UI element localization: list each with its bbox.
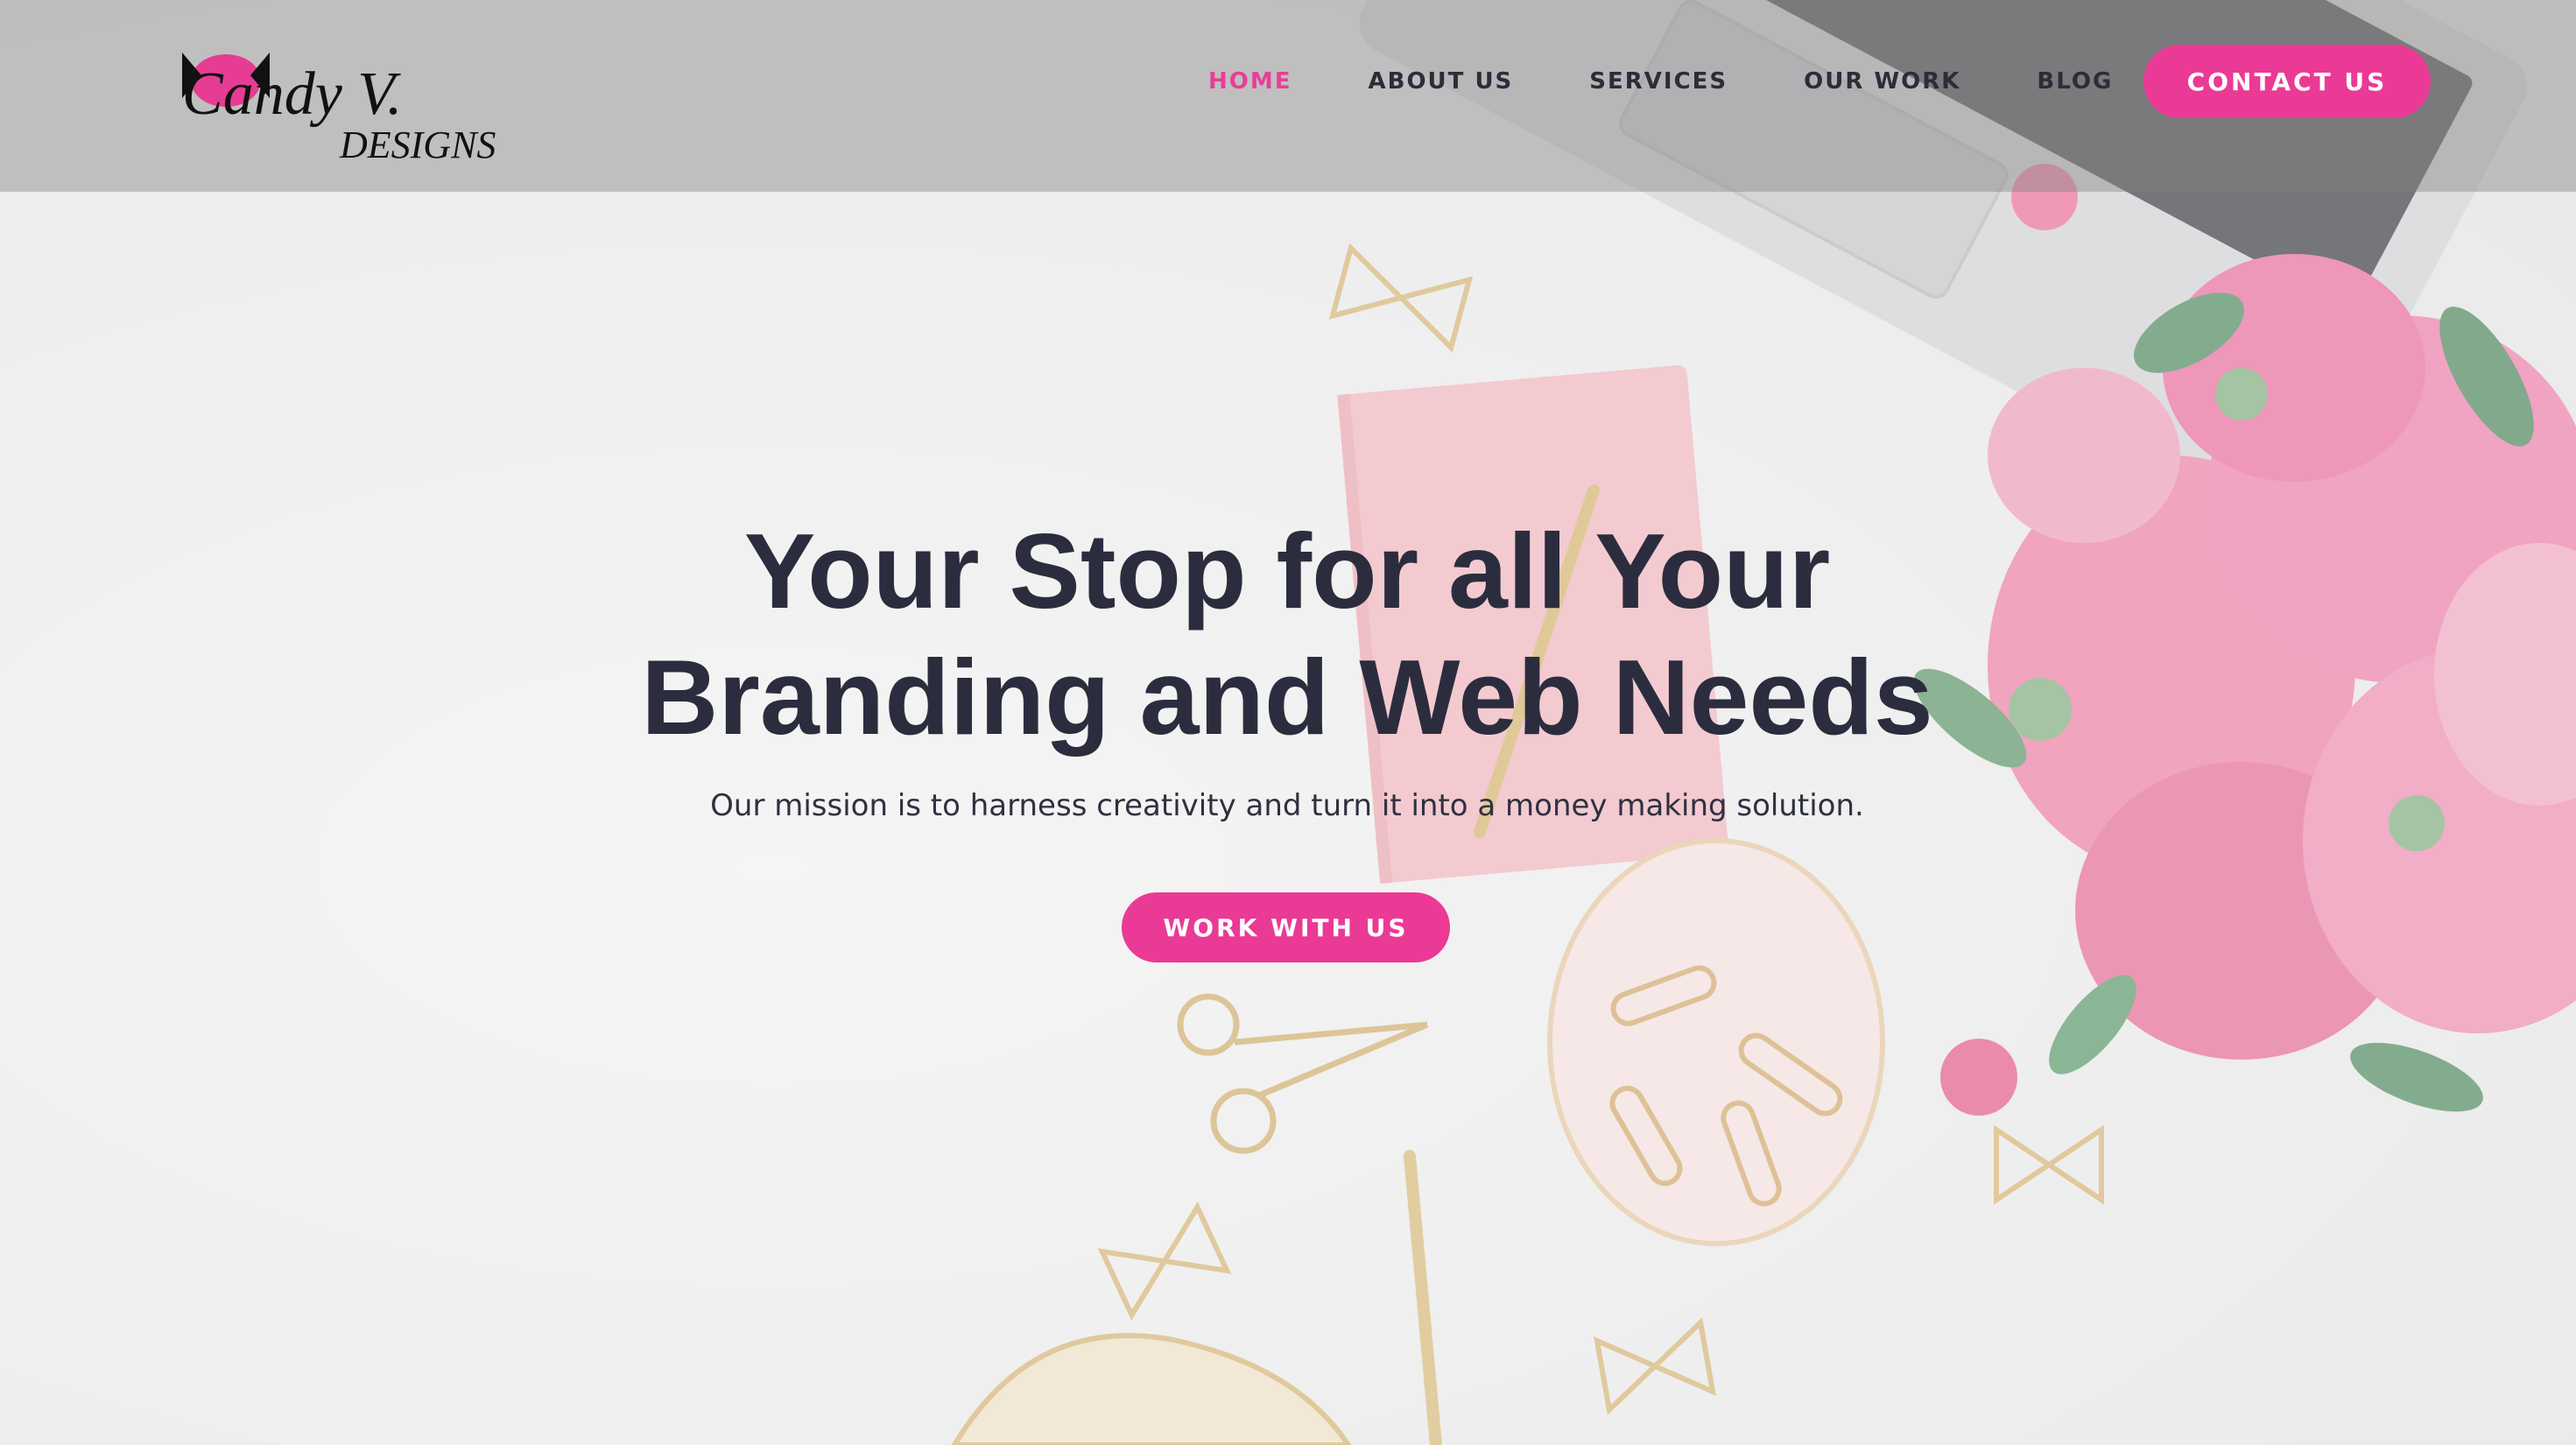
nav-about-us[interactable]: ABOUT US [1369,68,1514,95]
svg-text:DESIGNS: DESIGNS [339,123,496,165]
hero-headline-line2: Branding and Web Needs [641,638,1933,757]
nav-blog[interactable]: BLOG [2037,68,2113,95]
nav-home[interactable]: HOME [1208,68,1292,95]
main-nav: HOME ABOUT US SERVICES OUR WORK BLOG [1208,61,2113,102]
site-header: Candy V. DESIGNS HOME ABOUT US SERVICES … [0,0,2576,192]
brand-logo[interactable]: Candy V. DESIGNS [165,18,515,165]
nav-services[interactable]: SERVICES [1589,68,1728,95]
svg-text:Candy V.: Candy V. [182,60,403,128]
hero-headline-line1: Your Stop for all Your [743,511,1831,631]
work-with-us-button[interactable]: WORK WITH US [1122,892,1450,962]
nav-our-work[interactable]: OUR WORK [1804,68,1960,95]
hero-subheadline: Our mission is to harness creativity and… [710,788,1864,823]
contact-us-button[interactable]: CONTACT US [2143,45,2431,118]
hero-headline: Your Stop for all Your Branding and Web … [543,508,2031,760]
